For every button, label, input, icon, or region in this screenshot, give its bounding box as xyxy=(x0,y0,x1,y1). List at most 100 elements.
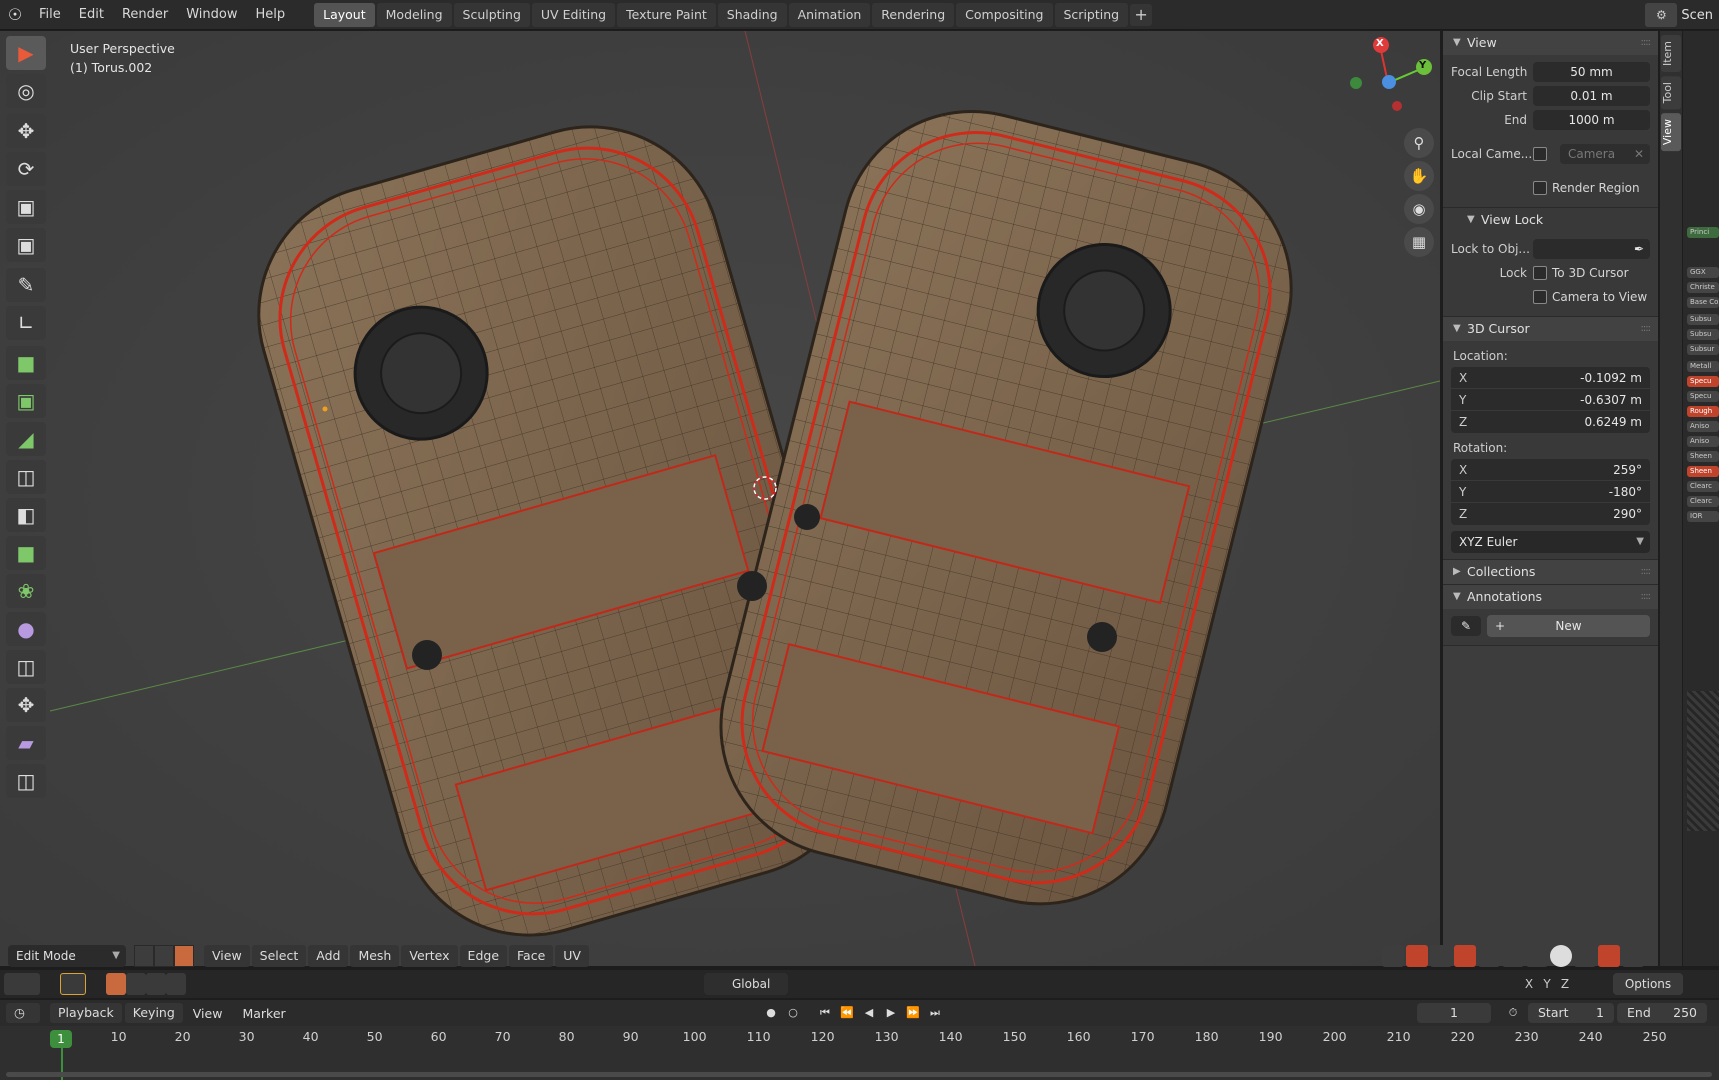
timeline-marker-menu[interactable]: Marker xyxy=(232,1006,295,1021)
tab-compositing[interactable]: Compositing xyxy=(956,2,1053,27)
poly-build-icon[interactable]: ■ xyxy=(6,536,46,570)
select-box-icon[interactable]: ▶ xyxy=(6,36,46,70)
options-button[interactable]: Options xyxy=(1613,973,1683,995)
tab-modeling[interactable]: Modeling xyxy=(376,2,452,27)
tab-tool[interactable]: Tool xyxy=(1661,76,1681,110)
view-section-header[interactable]: ▼ View:::: xyxy=(1443,31,1658,55)
property-field[interactable]: Subsu xyxy=(1687,329,1719,340)
rotate-icon[interactable]: ⟳ xyxy=(6,152,46,186)
end-frame-field[interactable]: End 250 xyxy=(1617,1003,1707,1023)
edge-select-icon[interactable] xyxy=(154,945,174,967)
mirror-z-toggle[interactable]: Z xyxy=(1556,973,1574,995)
property-field[interactable]: Sheen xyxy=(1687,466,1719,477)
local-camera-checkbox[interactable] xyxy=(1533,147,1547,161)
header-menu-face[interactable]: Face xyxy=(509,945,554,967)
eyedropper-icon[interactable]: ✒ xyxy=(1634,239,1644,259)
property-field[interactable]: Clearc xyxy=(1687,481,1719,492)
tab-animation[interactable]: Animation xyxy=(788,2,871,27)
keying-menu[interactable]: Keying xyxy=(124,1003,183,1023)
overlays-toggle-icon[interactable] xyxy=(1454,945,1476,967)
scale-icon[interactable]: ▣ xyxy=(6,190,46,224)
transform-icon[interactable]: ▣ xyxy=(6,228,46,262)
face-select-icon[interactable] xyxy=(174,945,194,967)
header-menu-uv[interactable]: UV xyxy=(555,945,589,967)
property-field[interactable]: GGX xyxy=(1687,267,1719,278)
annotation-selector-icon[interactable]: ✎ xyxy=(1451,616,1481,636)
gizmo-toggle-icon[interactable] xyxy=(1406,945,1428,967)
mode-extend-icon[interactable] xyxy=(126,973,146,995)
shader-node-label[interactable]: Princi xyxy=(1687,227,1719,238)
property-field[interactable]: Subsur xyxy=(1687,344,1719,355)
shear-icon[interactable]: ▰ xyxy=(6,726,46,760)
mirror-x-toggle[interactable]: X xyxy=(1520,973,1538,995)
clip-start-field[interactable]: 0.01 m xyxy=(1533,86,1650,106)
camera-field[interactable]: Camera ✕ xyxy=(1560,144,1650,164)
scene-selector-button[interactable]: ⚙ xyxy=(1645,3,1678,27)
shading-dropdown-icon[interactable] xyxy=(1622,945,1644,967)
header-menu-add[interactable]: Add xyxy=(308,945,349,967)
overlays-dropdown-icon[interactable] xyxy=(1478,945,1500,967)
jump-end-icon[interactable]: ⏭ xyxy=(924,1003,946,1023)
lock-object-field[interactable]: ✒ xyxy=(1533,239,1650,259)
tab-texture-paint[interactable]: Texture Paint xyxy=(617,2,716,27)
rotation-mode-select[interactable]: XYZ Euler ▼ xyxy=(1451,531,1650,553)
property-field[interactable]: Christe xyxy=(1687,282,1719,293)
camera-to-view-checkbox[interactable] xyxy=(1533,290,1547,304)
3d-viewport[interactable]: User Perspective (1) Torus.002 X Y ⚲ ✋ ◉… xyxy=(0,31,1440,966)
3d-cursor-header[interactable]: ▼ 3D Cursor:::: xyxy=(1443,317,1658,341)
property-field[interactable]: Subsu xyxy=(1687,314,1719,325)
gizmo-y-label[interactable]: Y xyxy=(1419,60,1426,71)
transform-orientation-select[interactable]: Global xyxy=(704,973,788,995)
location-x-field[interactable]: X -0.1092 m xyxy=(1451,367,1650,389)
xray-toggle-icon[interactable] xyxy=(1502,945,1524,967)
collections-header[interactable]: ▶ Collections:::: xyxy=(1443,560,1658,584)
rotation-x-field[interactable]: X 259° xyxy=(1451,459,1650,481)
to-3d-cursor-checkbox[interactable] xyxy=(1533,266,1547,280)
tab-shading[interactable]: Shading xyxy=(717,2,787,27)
location-z-field[interactable]: Z 0.6249 m xyxy=(1451,411,1650,433)
property-field[interactable]: Aniso xyxy=(1687,421,1719,432)
menu-edit[interactable]: Edit xyxy=(70,0,113,30)
focal-length-field[interactable]: 50 mm xyxy=(1533,62,1650,82)
add-workspace-button[interactable]: + xyxy=(1130,3,1153,26)
edge-slide-icon[interactable]: ◫ xyxy=(6,650,46,684)
mode-selector[interactable]: Edit Mode ▼ xyxy=(8,945,126,967)
gizmo-dropdown-icon[interactable] xyxy=(1430,945,1452,967)
property-field[interactable]: Specu xyxy=(1687,391,1719,402)
active-tool-icon[interactable] xyxy=(60,973,86,995)
drag-grip-icon[interactable]: :::: xyxy=(1641,585,1652,609)
play-reverse-icon[interactable]: ◀ xyxy=(858,1003,880,1023)
menu-help[interactable]: Help xyxy=(247,0,295,30)
zoom-icon[interactable]: ⚲ xyxy=(1404,128,1434,158)
timeline-editor-icon[interactable]: ◷ xyxy=(6,1003,40,1023)
property-field[interactable]: Base Co xyxy=(1687,297,1719,308)
wireframe-shading-icon[interactable] xyxy=(1526,945,1548,967)
blender-logo-icon[interactable]: ☉ xyxy=(0,0,30,30)
rotation-y-field[interactable]: Y -180° xyxy=(1451,481,1650,503)
clip-end-field[interactable]: 1000 m xyxy=(1533,110,1650,130)
timeline-scrollbar[interactable] xyxy=(6,1072,1712,1077)
pan-hand-icon[interactable]: ✋ xyxy=(1404,161,1434,191)
property-field[interactable]: Metall xyxy=(1687,361,1719,372)
ortho-grid-icon[interactable]: ▦ xyxy=(1404,227,1434,257)
timeline-ruler[interactable]: 10 20 30 40 50 60 70 80 90 100 110 120 130 140 150 160 1… xyxy=(0,1026,1719,1080)
playback-menu[interactable]: Playback xyxy=(50,1003,122,1023)
bevel-icon[interactable]: ◢ xyxy=(6,422,46,456)
move-icon[interactable]: ✥ xyxy=(6,114,46,148)
knife-icon[interactable]: ◧ xyxy=(6,498,46,532)
editor-type-icon[interactable] xyxy=(4,973,40,995)
annotate-icon[interactable]: ✎ xyxy=(6,268,46,302)
cursor-tool-icon[interactable]: ◎ xyxy=(6,74,46,108)
mode-subtract-icon[interactable] xyxy=(146,973,166,995)
spin-icon[interactable]: ❀ xyxy=(6,574,46,608)
drag-grip-icon[interactable]: :::: xyxy=(1641,560,1652,584)
rendered-shading-icon[interactable] xyxy=(1598,945,1620,967)
menu-render[interactable]: Render xyxy=(113,0,177,30)
inset-icon[interactable]: ▣ xyxy=(6,384,46,418)
property-field[interactable]: Sheen xyxy=(1687,451,1719,462)
visibility-icon[interactable] xyxy=(1382,945,1404,967)
property-field[interactable]: Rough xyxy=(1687,406,1719,417)
clear-icon[interactable]: ✕ xyxy=(1634,144,1644,164)
view-lock-header[interactable]: ▼ View Lock xyxy=(1443,208,1658,232)
next-keyframe-icon[interactable]: ⏩ xyxy=(902,1003,924,1023)
